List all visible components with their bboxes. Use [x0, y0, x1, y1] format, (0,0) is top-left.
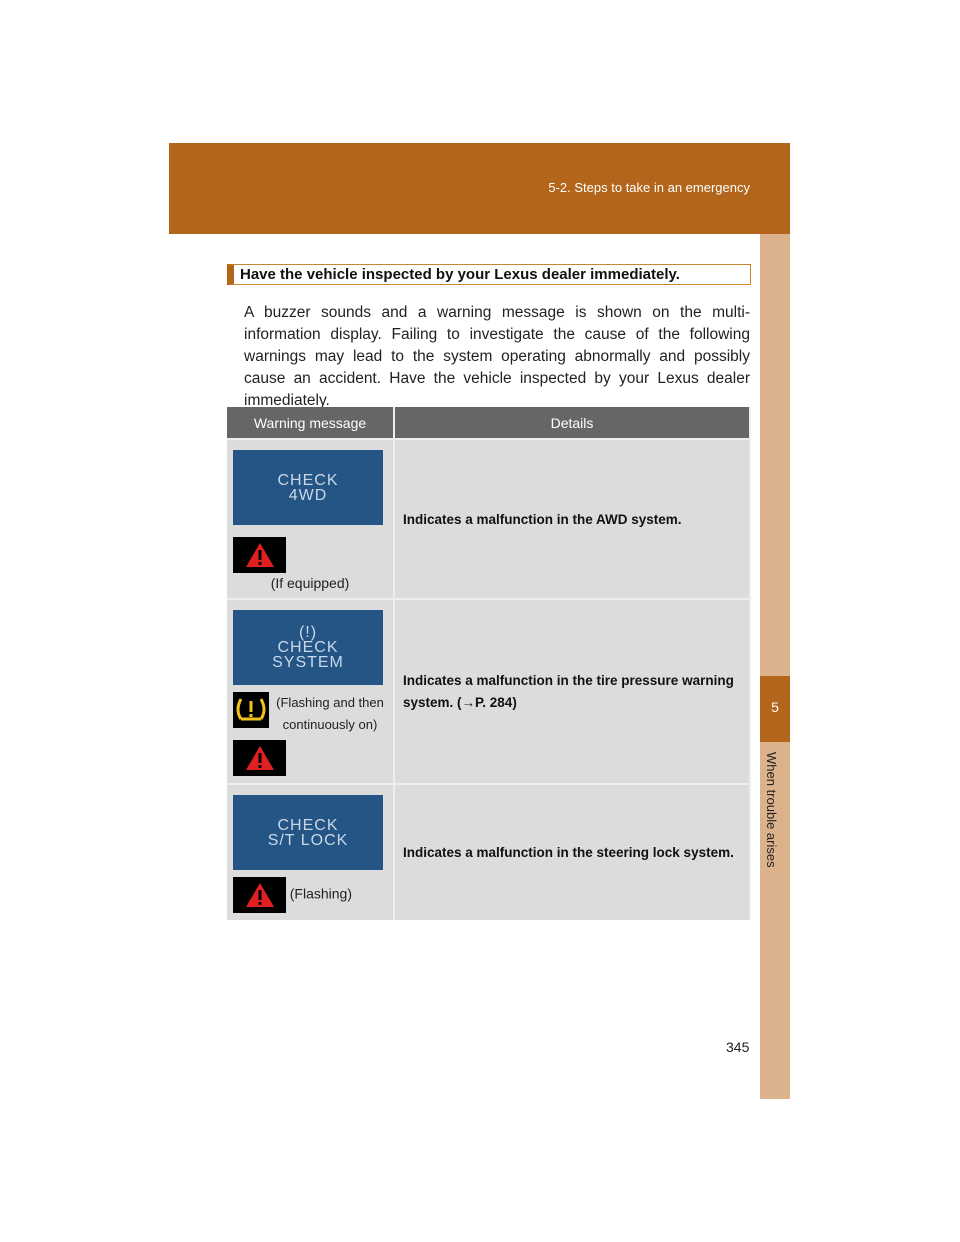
note: (Flashing)	[289, 885, 353, 902]
details: Indicates a malfunction in the steering …	[394, 783, 751, 920]
table-row: (!) CHECK SYSTEM (Flashing and then contin…	[227, 598, 751, 784]
chapter-title: When trouble arises	[764, 752, 779, 868]
section-title: 5-2. Steps to take in an emergency	[548, 180, 750, 195]
master-warning-icon	[233, 877, 286, 913]
note: (Flashing and then continuously on)	[276, 695, 384, 732]
page-header: 5-2. Steps to take in an emergency	[169, 143, 790, 234]
tire-pressure-warning-icon	[233, 692, 269, 728]
note: (If equipped)	[270, 575, 350, 591]
chapter-tab: 5	[760, 676, 790, 742]
col-header: Warning message	[227, 407, 395, 439]
warning-table: Warning message Details CHECK 4WD (If equi…	[227, 407, 751, 920]
check-4wd-display: CHECK 4WD	[233, 450, 383, 525]
page-number: 345	[726, 1039, 750, 1055]
intro-paragraph: A buzzer sounds and a warning message is…	[244, 304, 750, 409]
details: Indicates a malfunction in the tire pres…	[394, 598, 751, 784]
master-warning-icon	[233, 537, 286, 573]
check-system-display: (!) CHECK SYSTEM	[233, 610, 383, 685]
details: Indicates a malfunction in the AWD syste…	[394, 438, 751, 599]
table-row: CHECK 4WD (If equipped) Indicates a malfu…	[227, 438, 751, 599]
check-st-lock-display: CHECK S/T LOCK	[233, 795, 383, 870]
side-strip	[760, 234, 790, 1099]
master-warning-icon	[233, 740, 286, 776]
section-heading: Have the vehicle inspected by your Lexus…	[227, 264, 751, 285]
table-row: CHECK S/T LOCK (Flashing) Indicates a mal…	[227, 783, 751, 920]
col-header: Details	[394, 407, 751, 439]
